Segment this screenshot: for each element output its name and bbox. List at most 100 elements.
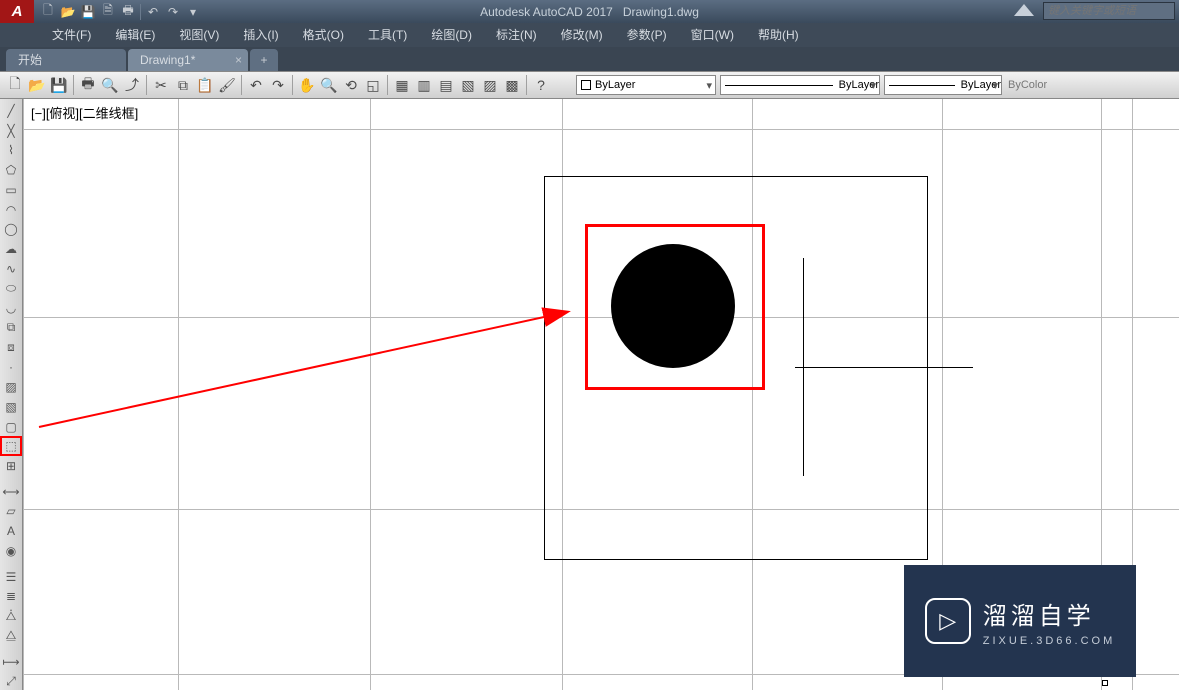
toolbar-gap (2, 562, 20, 566)
matchprop-icon[interactable]: 🖌 (216, 74, 238, 96)
toolbar-separator (526, 75, 527, 95)
expand-arrow-icon[interactable] (1014, 4, 1034, 16)
zoomprev-icon[interactable]: ⟲ (340, 74, 362, 96)
viewport-label[interactable]: [−][俯视][二维线框] (31, 103, 138, 122)
insert-block-tool-icon[interactable]: ⧉ (1, 319, 21, 337)
new-icon[interactable]: 🗋 (4, 74, 26, 96)
circle-tool-icon[interactable]: ◯ (1, 220, 21, 238)
toolbar-separator (292, 75, 293, 95)
dim-linear-icon[interactable]: ⟼ (1, 653, 21, 671)
area-tool-icon[interactable]: ▱ (1, 503, 21, 521)
menu-tools[interactable]: 工具(T) (356, 23, 419, 47)
menu-parametric[interactable]: 参数(P) (615, 23, 679, 47)
spline-tool-icon[interactable]: ∿ (1, 260, 21, 278)
distance-tool-icon[interactable]: ⟷ (1, 483, 21, 501)
menu-insert[interactable]: 插入(I) (231, 23, 290, 47)
preview-icon[interactable]: 🔍 (99, 74, 121, 96)
print-icon[interactable]: 🖶 (77, 74, 99, 96)
menu-dimension[interactable]: 标注(N) (484, 23, 549, 47)
cut-icon[interactable]: ✂ (150, 74, 172, 96)
pan-icon[interactable]: ✋ (296, 74, 318, 96)
revcloud-tool-icon[interactable]: ☁ (1, 240, 21, 258)
drawing-canvas[interactable]: [−][俯视][二维线框] (23, 99, 1179, 690)
menu-view[interactable]: 视图(V) (167, 23, 231, 47)
app-name: Autodesk AutoCAD 2017 (480, 5, 613, 19)
redo-icon[interactable]: ↷ (163, 3, 183, 21)
lineweight-control-label: ByLayer (961, 79, 1001, 91)
undo-icon[interactable]: ↶ (245, 74, 267, 96)
ellipse-tool-icon[interactable]: ⬭ (1, 280, 21, 298)
menu-format[interactable]: 格式(O) (291, 23, 356, 47)
arc-tool-icon[interactable]: ◠ (1, 201, 21, 219)
play-icon: ▷ (925, 598, 971, 644)
sheetset-icon[interactable]: ▧ (457, 74, 479, 96)
gradient-tool-icon[interactable]: ▧ (1, 398, 21, 416)
tab-document[interactable]: Drawing1* (128, 49, 248, 71)
rectangle-tool-icon[interactable]: ▭ (1, 181, 21, 199)
qat-dropdown-icon[interactable]: ▾ (183, 3, 203, 21)
color-control-select[interactable]: ByLayer (576, 75, 716, 95)
document-tabs: 开始 Drawing1* + (0, 47, 1179, 71)
designcenter-icon[interactable]: ▥ (413, 74, 435, 96)
linetype-sample-icon (725, 85, 833, 86)
save-icon[interactable]: 💾 (78, 3, 98, 21)
toolbar-separator (73, 75, 74, 95)
save-icon[interactable]: 💾 (48, 74, 70, 96)
main-area: ╱ ╳ ⌇ ⬠ ▭ ◠ ◯ ☁ ∿ ⬭ ◡ ⧉ ⧈ · ▨ ▧ ▢ ⬚ ⊞ ⟷ … (0, 99, 1179, 690)
titlebar: A 🗋 📂 💾 🗎 🖶 ↶ ↷ ▾ Autodesk AutoCAD 2017 … (0, 0, 1179, 23)
region-tool-icon[interactable]: ▢ (1, 418, 21, 436)
menu-edit[interactable]: 编辑(E) (103, 23, 167, 47)
wipeout-tool-icon[interactable]: ⬚ (1, 437, 21, 455)
menu-file[interactable]: 文件(F) (40, 23, 103, 47)
layer-off-icon[interactable]: ⧋ (1, 627, 21, 645)
open-file-icon[interactable]: 📂 (58, 3, 78, 21)
standard-toolbar: 🗋 📂 💾 🖶 🔍 ⤴ ✂ ⧉ 📋 🖌 ↶ ↷ ✋ 🔍 ⟲ ◱ ▦ ▥ ▤ ▧ … (0, 71, 1179, 99)
tab-add[interactable]: + (250, 49, 278, 71)
toolpalettes-icon[interactable]: ▤ (435, 74, 457, 96)
search-input[interactable] (1043, 2, 1175, 20)
point-tool-icon[interactable]: · (1, 359, 21, 377)
zoom-icon[interactable]: 🔍 (318, 74, 340, 96)
lineweight-control-select[interactable]: ByLayer (884, 75, 1002, 95)
table-tool-icon[interactable]: ⊞ (1, 457, 21, 475)
text-tool-icon[interactable]: A (1, 522, 21, 540)
ellipse-arc-tool-icon[interactable]: ◡ (1, 299, 21, 317)
polygon-tool-icon[interactable]: ⬠ (1, 161, 21, 179)
layer-iso-icon[interactable]: ⧊ (1, 607, 21, 625)
layer-states-icon[interactable]: ≣ (1, 588, 21, 606)
markup-icon[interactable]: ▨ (479, 74, 501, 96)
menu-draw[interactable]: 绘图(D) (419, 23, 484, 47)
layer-tool-icon[interactable]: ☰ (1, 568, 21, 586)
quickcalc-icon[interactable]: ▩ (501, 74, 523, 96)
make-block-tool-icon[interactable]: ⧈ (1, 339, 21, 357)
copy-icon[interactable]: ⧉ (172, 74, 194, 96)
menu-window[interactable]: 窗口(W) (679, 23, 746, 47)
mtext-tool-icon[interactable]: ◉ (1, 542, 21, 560)
new-file-icon[interactable]: 🗋 (38, 3, 58, 21)
tab-document-label: Drawing1* (140, 49, 195, 71)
hatch-tool-icon[interactable]: ▨ (1, 378, 21, 396)
publish-icon[interactable]: ⤴ (121, 74, 143, 96)
app-logo[interactable]: A (0, 0, 34, 23)
polyline-tool-icon[interactable]: ⌇ (1, 141, 21, 159)
linetype-control-select[interactable]: ByLayer (720, 75, 880, 95)
toolbar-separator (241, 75, 242, 95)
line-tool-icon[interactable]: ╱ (1, 102, 21, 120)
menu-modify[interactable]: 修改(M) (549, 23, 615, 47)
properties-icon[interactable]: ▦ (391, 74, 413, 96)
paste-icon[interactable]: 📋 (194, 74, 216, 96)
toolbar-separator (387, 75, 388, 95)
help-icon[interactable]: ? (530, 74, 552, 96)
tab-start[interactable]: 开始 (6, 49, 126, 71)
dim-aligned-icon[interactable]: ⤢ (1, 672, 21, 690)
zoomwin-icon[interactable]: ◱ (362, 74, 384, 96)
open-icon[interactable]: 📂 (26, 74, 48, 96)
document-name: Drawing1.dwg (623, 5, 699, 19)
redo-icon[interactable]: ↷ (267, 74, 289, 96)
color-control-label: ByLayer (595, 79, 635, 91)
undo-icon[interactable]: ↶ (143, 3, 163, 21)
saveas-icon[interactable]: 🗎 (98, 3, 118, 21)
xline-tool-icon[interactable]: ╳ (1, 122, 21, 140)
menu-help[interactable]: 帮助(H) (746, 23, 811, 47)
plot-icon[interactable]: 🖶 (118, 3, 138, 21)
